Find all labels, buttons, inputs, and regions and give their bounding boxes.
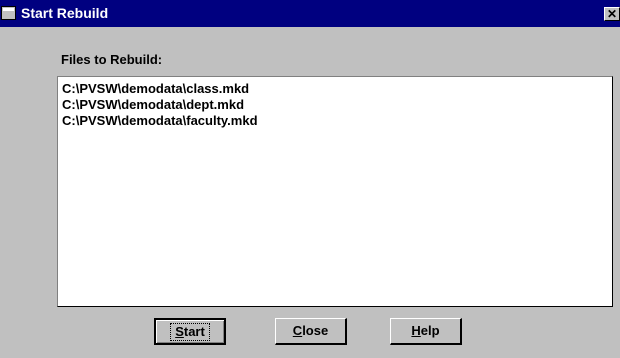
files-listbox[interactable]: C:\PVSW\demodata\class.mkd C:\PVSW\demod…: [57, 76, 613, 307]
start-button-label: tart: [183, 324, 205, 339]
close-button[interactable]: Close: [275, 318, 347, 345]
close-button-mnemonic: C: [292, 323, 303, 338]
help-button-label: elp: [420, 323, 440, 338]
list-item[interactable]: C:\PVSW\demodata\class.mkd: [62, 81, 612, 97]
title-bar[interactable]: Start Rebuild ✕: [0, 0, 620, 27]
help-button[interactable]: Help: [390, 318, 462, 345]
start-button-mnemonic: S: [175, 324, 184, 339]
files-to-rebuild-label: Files to Rebuild:: [61, 52, 163, 67]
window-title: Start Rebuild: [21, 5, 109, 21]
window-icon[interactable]: [1, 6, 16, 20]
start-rebuild-dialog: Start Rebuild ✕ Files to Rebuild: C:\PVS…: [0, 0, 620, 358]
list-item[interactable]: C:\PVSW\demodata\faculty.mkd: [62, 113, 612, 129]
help-button-mnemonic: H: [411, 323, 421, 338]
start-button[interactable]: Start: [154, 318, 226, 345]
start-button-focus: Start: [170, 323, 210, 341]
window-icon-bar: [3, 8, 14, 11]
close-icon[interactable]: ✕: [604, 7, 620, 21]
close-button-label: lose: [302, 323, 329, 338]
list-item[interactable]: C:\PVSW\demodata\dept.mkd: [62, 97, 612, 113]
